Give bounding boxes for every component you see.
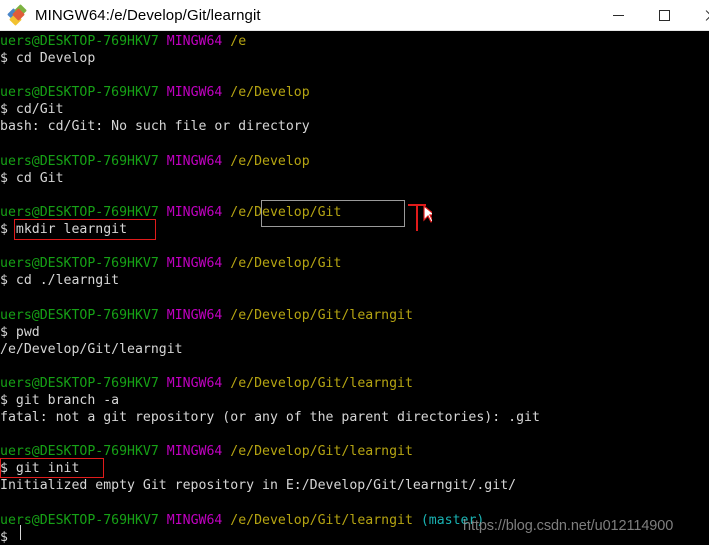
prompt-path: /e/Develop/Git/learngit xyxy=(230,512,413,528)
close-icon xyxy=(704,9,709,22)
watermark-text: https://blog.csdn.net/u012114900 xyxy=(463,518,674,534)
terminal-line: $ cd Git xyxy=(0,170,540,187)
prompt-path: /e/Develop/Git/learngit xyxy=(230,375,413,391)
prompt-user-host: uers@DESKTOP-769HKV7 xyxy=(0,85,159,101)
terminal-caret xyxy=(20,525,21,540)
prompt-user-host: uers@DESKTOP-769HKV7 xyxy=(0,153,159,169)
minimize-icon xyxy=(612,14,624,16)
prompt-symbol: $ xyxy=(0,324,16,340)
prompt-path: /e/Develop/Git/learngit xyxy=(230,444,413,460)
terminal-body[interactable]: uers@DESKTOP-769HKV7 MINGW64 /e $ cd Deve… xyxy=(0,31,709,545)
terminal-line: uers@DESKTOP-769HKV7 MINGW64 /e/Develop xyxy=(0,84,540,101)
terminal-line: uers@DESKTOP-769HKV7 MINGW64 /e/Develop/… xyxy=(0,512,540,529)
prompt-path: /e/Develop xyxy=(230,153,310,169)
prompt-path: /e/Develop/Git/learngit xyxy=(230,307,413,323)
terminal-line: /e/Develop/Git/learngit xyxy=(0,341,540,358)
prompt-user-host: uers@DESKTOP-769HKV7 xyxy=(0,444,159,460)
command-text: pwd xyxy=(15,324,40,340)
command-text: cd ./learngit xyxy=(15,273,120,289)
terminal-line: uers@DESKTOP-769HKV7 MINGW64 /e/Develop/… xyxy=(0,307,540,324)
output-text: Initialized empty Git repository in E:/D… xyxy=(0,478,517,494)
command-text: cd/Git xyxy=(15,102,64,118)
terminal-line: Initialized empty Git repository in E:/D… xyxy=(0,477,540,494)
terminal-line: $ pwd xyxy=(0,324,540,341)
prompt-mingw-label: MINGW64 xyxy=(166,375,223,391)
command-text: git branch -a xyxy=(15,392,120,408)
terminal-line: $ cd ./learngit xyxy=(0,272,540,289)
window-controls xyxy=(595,0,709,31)
terminal-line: $ cd Develop xyxy=(0,50,540,67)
prompt-user-host: uers@DESKTOP-769HKV7 xyxy=(0,34,159,49)
output-text: fatal: not a git repository (or any of t… xyxy=(0,410,540,426)
terminal-line: bash: cd/Git: No such file or directory xyxy=(0,118,540,135)
prompt-path: /e/Develop xyxy=(230,85,310,101)
prompt-mingw-label: MINGW64 xyxy=(166,85,223,101)
prompt-path: /e xyxy=(230,34,247,49)
prompt-mingw-label: MINGW64 xyxy=(166,153,223,169)
terminal-line: uers@DESKTOP-769HKV7 MINGW64 /e/Develop/… xyxy=(0,443,540,460)
terminal-screen: uers@DESKTOP-769HKV7 MINGW64 /e $ cd Deve… xyxy=(0,33,540,545)
prompt-symbol: $ xyxy=(0,170,16,186)
terminal-line: $ xyxy=(0,529,540,545)
prompt-symbol: $ xyxy=(0,51,16,67)
prompt-symbol: $ xyxy=(0,392,16,408)
close-button[interactable] xyxy=(687,0,709,31)
prompt-mingw-label: MINGW64 xyxy=(166,204,223,220)
title-bar: MINGW64:/e/Develop/Git/learngit xyxy=(0,0,709,31)
prompt-path: /e/Develop/Git xyxy=(230,256,342,272)
command-text: cd Git xyxy=(15,170,64,186)
terminal-line: $ cd/Git xyxy=(0,101,540,118)
terminal-line: $ mkdir learngit xyxy=(0,221,540,238)
prompt-symbol: $ xyxy=(0,222,16,238)
output-text: /e/Develop/Git/learngit xyxy=(0,341,183,357)
prompt-user-host: uers@DESKTOP-769HKV7 xyxy=(0,256,159,272)
minimize-button[interactable] xyxy=(595,0,641,31)
terminal-line: uers@DESKTOP-769HKV7 MINGW64 /e/Develop/… xyxy=(0,204,540,221)
prompt-user-host: uers@DESKTOP-769HKV7 xyxy=(0,307,159,323)
prompt-symbol: $ xyxy=(0,102,16,118)
terminal-line: uers@DESKTOP-769HKV7 MINGW64 /e/Develop/… xyxy=(0,255,540,272)
prompt-mingw-label: MINGW64 xyxy=(166,34,223,49)
mingw64-terminal-window: MINGW64:/e/Develop/Git/learngit uers@DES… xyxy=(0,0,709,545)
prompt-user-host: uers@DESKTOP-769HKV7 xyxy=(0,375,159,391)
prompt-mingw-label: MINGW64 xyxy=(166,307,223,323)
terminal-line: uers@DESKTOP-769HKV7 MINGW64 /e/Develop/… xyxy=(0,375,540,392)
prompt-mingw-label: MINGW64 xyxy=(166,512,223,528)
prompt-path: /e/Develop/Git xyxy=(230,204,342,220)
prompt-mingw-label: MINGW64 xyxy=(166,444,223,460)
prompt-symbol: $ xyxy=(0,273,16,289)
command-text: mkdir learngit xyxy=(15,222,128,238)
command-text: cd Develop xyxy=(15,51,96,67)
output-text: bash: cd/Git: No such file or directory xyxy=(0,119,310,135)
terminal-line: fatal: not a git repository (or any of t… xyxy=(0,409,540,426)
terminal-line: uers@DESKTOP-769HKV7 MINGW64 /e/Develop xyxy=(0,153,540,170)
prompt-symbol: $ xyxy=(0,529,16,545)
prompt-user-host: uers@DESKTOP-769HKV7 xyxy=(0,512,159,528)
command-text: git init xyxy=(15,461,80,477)
terminal-line: $ git init xyxy=(0,460,540,477)
prompt-mingw-label: MINGW64 xyxy=(166,256,223,272)
prompt-symbol: $ xyxy=(0,461,16,477)
terminal-line: uers@DESKTOP-769HKV7 MINGW64 /e xyxy=(0,33,540,50)
mingw-diamond-icon xyxy=(7,4,27,26)
terminal-line: $ git branch -a xyxy=(0,392,540,409)
window-title: MINGW64:/e/Develop/Git/learngit xyxy=(35,6,261,24)
maximize-button[interactable] xyxy=(641,0,687,31)
prompt-user-host: uers@DESKTOP-769HKV7 xyxy=(0,204,159,220)
maximize-icon xyxy=(658,9,670,21)
